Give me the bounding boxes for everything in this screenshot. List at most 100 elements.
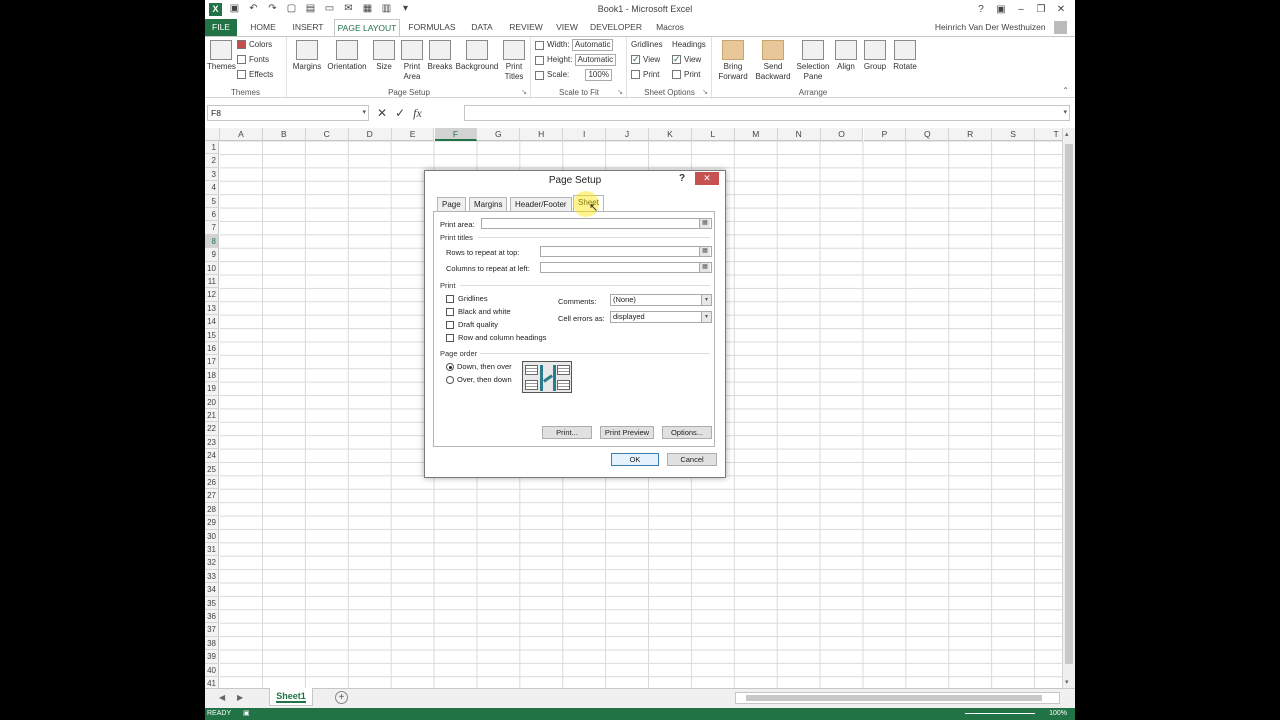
group-button[interactable]: Group: [861, 40, 889, 72]
row-header[interactable]: 22: [205, 422, 219, 436]
row-header[interactable]: 20: [205, 395, 219, 409]
column-header[interactable]: H: [520, 128, 564, 141]
help-icon[interactable]: ?: [971, 2, 991, 17]
collapse-ribbon-icon[interactable]: ⌃: [1062, 86, 1069, 95]
redo-icon[interactable]: ↷: [265, 2, 280, 16]
row-header[interactable]: 24: [205, 449, 219, 463]
row-header[interactable]: 4: [205, 181, 219, 195]
collapse-dialog-icon[interactable]: ▦: [699, 263, 710, 272]
row-header[interactable]: 26: [205, 476, 219, 490]
tab-review[interactable]: REVIEW: [505, 19, 547, 36]
tab-view[interactable]: VIEW: [552, 19, 582, 36]
tab-file[interactable]: FILE: [205, 19, 237, 36]
excel-logo-icon[interactable]: X: [209, 3, 222, 16]
zoom-slider[interactable]: [965, 713, 1035, 714]
column-header[interactable]: C: [305, 128, 349, 141]
row-header[interactable]: 27: [205, 489, 219, 503]
close-icon[interactable]: ✕: [695, 172, 719, 185]
headings-print-checkbox[interactable]: Print: [672, 69, 700, 81]
chevron-down-icon[interactable]: ▾: [701, 312, 711, 322]
comments-select[interactable]: (None) ▾: [610, 294, 712, 306]
email-icon[interactable]: ✉: [341, 2, 356, 16]
rows-repeat-input[interactable]: ▦: [540, 246, 712, 257]
collapse-dialog-icon[interactable]: ▦: [699, 219, 710, 228]
scale-stepper[interactable]: 100%: [585, 69, 612, 81]
margins-button[interactable]: Margins: [290, 40, 324, 72]
row-header[interactable]: 40: [205, 663, 219, 677]
tab-insert[interactable]: INSERT: [289, 19, 327, 36]
row-header[interactable]: 25: [205, 462, 219, 476]
save-icon[interactable]: ▣: [227, 2, 242, 16]
page-setup-launcher-icon[interactable]: ↘: [521, 88, 527, 96]
qat-customize-icon[interactable]: ▾: [398, 2, 413, 16]
row-header[interactable]: 28: [205, 502, 219, 517]
enter-icon[interactable]: ✓: [395, 105, 405, 121]
row-header[interactable]: 13: [205, 301, 219, 316]
ok-button[interactable]: OK: [611, 453, 659, 466]
expand-formula-icon[interactable]: ▾: [1063, 108, 1067, 116]
column-header[interactable]: A: [220, 128, 263, 141]
sheet-tab-sheet1[interactable]: Sheet1: [269, 688, 313, 706]
cancel-button[interactable]: Cancel: [667, 453, 717, 466]
row-header[interactable]: 37: [205, 623, 219, 637]
new-file-icon[interactable]: ▢: [284, 2, 299, 16]
black-white-checkbox[interactable]: Black and white: [446, 307, 511, 317]
row-header[interactable]: 29: [205, 516, 219, 530]
column-header[interactable]: M: [734, 128, 778, 141]
rotate-button[interactable]: Rotate: [891, 40, 919, 72]
print-preview-icon[interactable]: ▤: [303, 2, 318, 16]
orientation-button[interactable]: Orientation: [324, 40, 370, 72]
row-header[interactable]: 33: [205, 569, 219, 584]
ribbon-display-icon[interactable]: ▣: [991, 2, 1011, 17]
background-button[interactable]: Background: [454, 40, 500, 72]
chevron-down-icon[interactable]: ▾: [701, 295, 711, 305]
row-header[interactable]: 16: [205, 342, 219, 356]
colors-button[interactable]: Colors: [237, 39, 272, 51]
undo-icon[interactable]: ↶: [246, 2, 261, 16]
tab-page-layout[interactable]: PAGE LAYOUT: [334, 19, 400, 37]
effects-button[interactable]: Effects: [237, 69, 273, 81]
add-sheet-icon[interactable]: +: [335, 691, 348, 704]
tab-developer[interactable]: DEVELOPER: [590, 19, 642, 36]
column-header[interactable]: E: [391, 128, 435, 141]
column-header[interactable]: O: [820, 128, 864, 141]
column-header[interactable]: K: [649, 128, 692, 141]
row-header[interactable]: 5: [205, 194, 219, 208]
gridlines-checkbox[interactable]: Gridlines: [446, 294, 488, 304]
close-icon[interactable]: ✕: [1051, 2, 1071, 17]
over-then-down-radio[interactable]: Over, then down: [446, 375, 512, 385]
collapse-dialog-icon[interactable]: ▦: [699, 247, 710, 256]
row-header[interactable]: 17: [205, 355, 219, 369]
print-area-input[interactable]: ▦: [481, 218, 712, 229]
selection-pane-button[interactable]: Selection Pane: [795, 40, 831, 82]
cell-errors-select[interactable]: displayed ▾: [610, 311, 712, 323]
column-header[interactable]: J: [606, 128, 649, 141]
row-header[interactable]: 30: [205, 529, 219, 543]
row-col-headings-checkbox[interactable]: Row and column headings: [446, 333, 546, 343]
row-header[interactable]: 21: [205, 409, 219, 423]
horizontal-scroll-thumb[interactable]: [746, 695, 1042, 701]
themes-button[interactable]: Themes: [207, 40, 236, 72]
bring-forward-button[interactable]: Bring Forward: [715, 40, 751, 82]
vertical-scroll-thumb[interactable]: [1065, 144, 1073, 664]
tab-home[interactable]: HOME: [245, 19, 281, 36]
zoom-level[interactable]: 100%: [1049, 708, 1067, 720]
name-box[interactable]: F8 ▾: [207, 105, 369, 121]
print-button[interactable]: Print...: [542, 426, 592, 439]
breaks-button[interactable]: Breaks: [426, 40, 454, 72]
column-header[interactable]: F: [434, 128, 478, 141]
column-header[interactable]: I: [563, 128, 607, 141]
sheet-prev-icon[interactable]: ◀: [219, 693, 225, 702]
row-header[interactable]: 9: [205, 248, 219, 262]
down-then-over-radio[interactable]: Down, then over: [446, 362, 512, 372]
restore-icon[interactable]: ❐: [1031, 2, 1051, 17]
open-folder-icon[interactable]: ▭: [322, 2, 337, 16]
row-header[interactable]: 36: [205, 610, 219, 624]
column-header[interactable]: D: [348, 128, 392, 141]
row-header[interactable]: 12: [205, 288, 219, 302]
print-preview-button[interactable]: Print Preview: [600, 426, 654, 439]
fonts-button[interactable]: Fonts: [237, 54, 269, 66]
sheet-next-icon[interactable]: ▶: [237, 693, 243, 702]
scroll-up-icon[interactable]: ▴: [1065, 130, 1069, 138]
row-header[interactable]: 39: [205, 650, 219, 664]
